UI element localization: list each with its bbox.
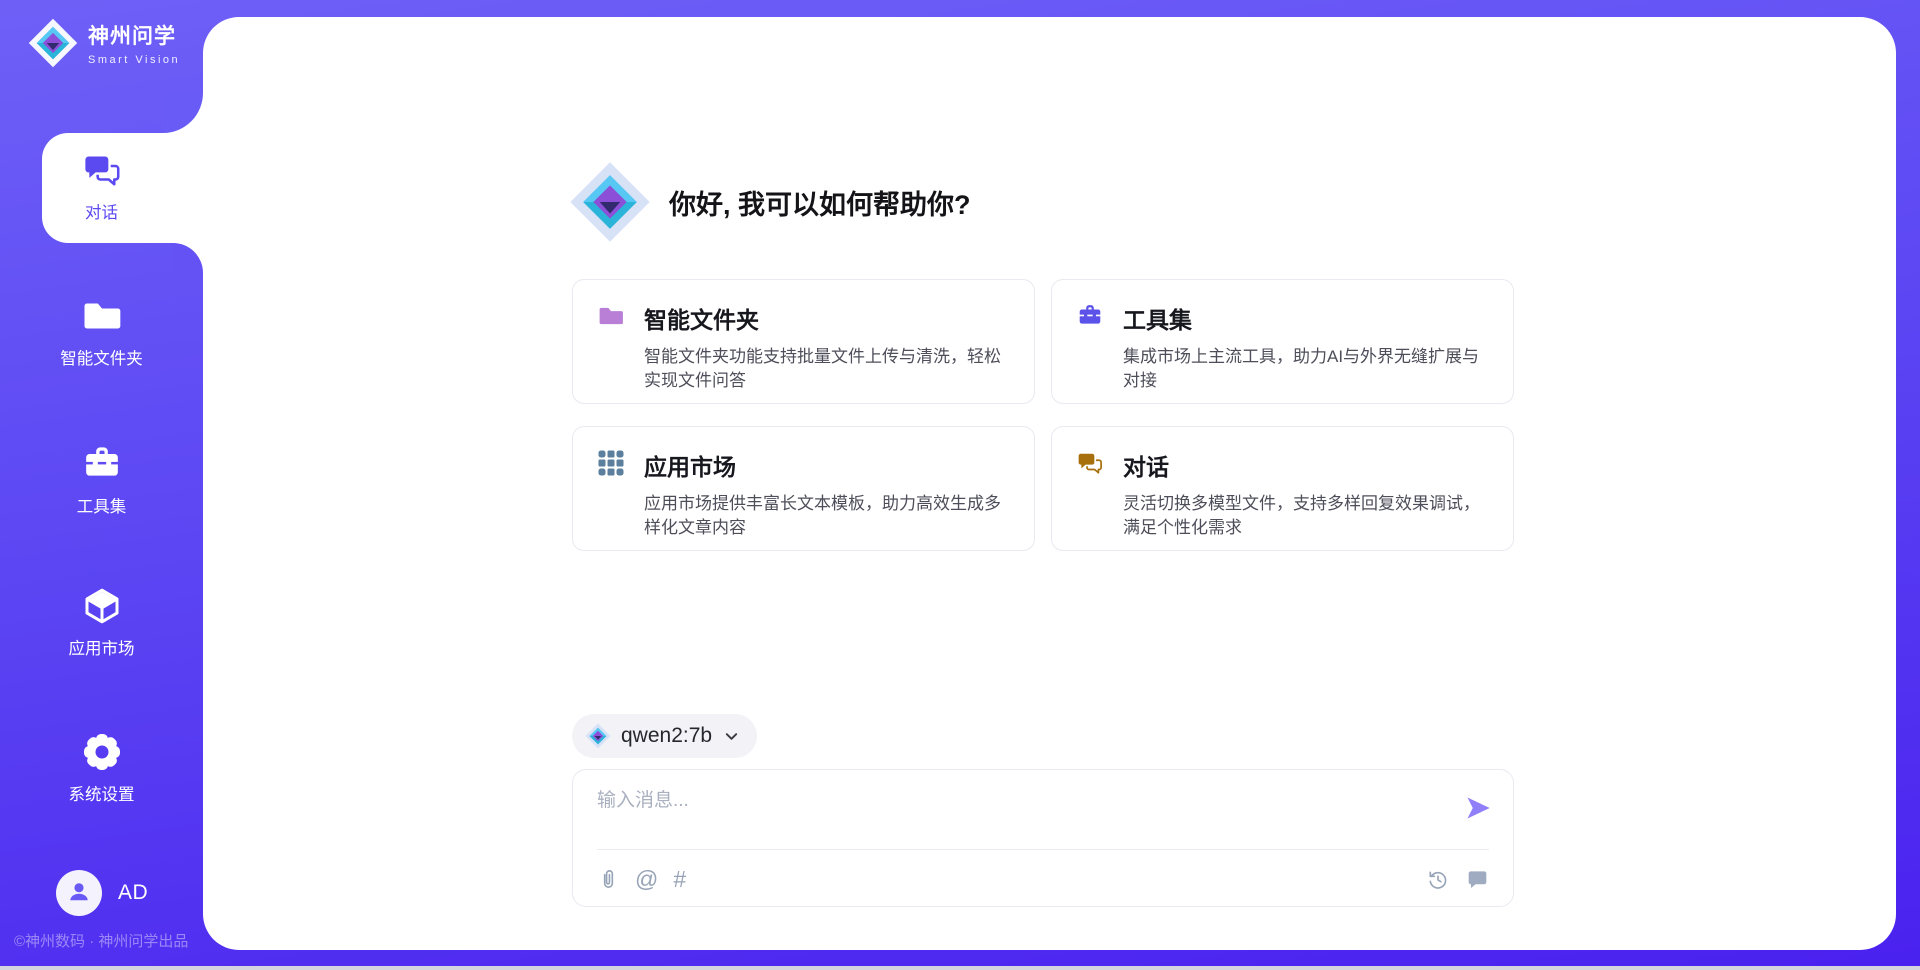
composer-divider	[597, 849, 1489, 850]
chevron-down-icon	[724, 729, 739, 744]
attach-icon[interactable]	[597, 868, 620, 891]
chat-icon	[1077, 450, 1103, 476]
card-toolbox[interactable]: 工具集 集成市场上主流工具，助力AI与外界无缝扩展与对接	[1051, 279, 1514, 404]
sidebar-item-label: 智能文件夹	[60, 345, 143, 369]
sidebar-item-label: 应用市场	[69, 635, 135, 659]
brand-subtitle: Smart Vision	[88, 54, 180, 66]
history-icon[interactable]	[1426, 868, 1449, 891]
window-bottom-edge	[0, 966, 1920, 970]
user-initials: AD	[118, 881, 148, 905]
send-icon[interactable]	[1464, 794, 1492, 822]
cube-icon	[82, 586, 122, 626]
toolbox-icon	[1077, 303, 1103, 329]
brand: 神州问学 Smart Vision	[28, 18, 180, 68]
user-icon	[66, 878, 92, 909]
model-name: qwen2:7b	[621, 724, 712, 748]
toolbox-icon	[82, 444, 122, 484]
sidebar-item-label: 工具集	[77, 493, 127, 517]
brand-name: 神州问学	[88, 20, 180, 50]
sidebar: 神州问学 Smart Vision 对话 智能文件夹	[0, 0, 203, 970]
card-app-market[interactable]: 应用市场 应用市场提供丰富长文本模板，助力高效生成多样化文章内容	[572, 426, 1035, 551]
message-input[interactable]	[597, 785, 1447, 843]
card-title: 应用市场	[644, 448, 1008, 482]
card-description: 灵活切换多模型文件，支持多样回复效果调试，满足个性化需求	[1123, 492, 1487, 540]
active-tab-fillet-top	[163, 93, 203, 133]
sidebar-item-smart-folder[interactable]: 智能文件夹	[0, 296, 203, 369]
card-title: 工具集	[1123, 301, 1487, 335]
composer-toolbar: @ #	[597, 860, 1489, 898]
sidebar-item-toolbox[interactable]: 工具集	[0, 444, 203, 517]
sidebar-item-chat[interactable]: 对话	[0, 150, 203, 223]
active-tab-fillet-bottom	[173, 243, 203, 273]
hash-icon[interactable]: #	[673, 868, 686, 891]
grid-icon	[598, 450, 624, 476]
sidebar-item-label: 系统设置	[69, 781, 135, 805]
sidebar-item-settings[interactable]: 系统设置	[0, 732, 203, 805]
feedback-icon[interactable]	[1466, 868, 1489, 891]
folder-icon	[82, 296, 122, 336]
model-selector[interactable]: qwen2:7b	[572, 714, 757, 758]
sidebar-item-label: 对话	[85, 199, 118, 223]
user-profile[interactable]: AD	[56, 870, 148, 916]
greeting-block: 你好, 我可以如何帮助你?	[569, 161, 971, 243]
sidebar-item-app-market[interactable]: 应用市场	[0, 586, 203, 659]
card-title: 智能文件夹	[644, 301, 1008, 335]
message-composer: @ #	[572, 769, 1514, 907]
greeting-text: 你好, 我可以如何帮助你?	[669, 183, 971, 222]
sidebar-footer: ©神州数码 · 神州问学出品	[14, 930, 188, 951]
chat-icon	[82, 150, 122, 190]
card-title: 对话	[1123, 448, 1487, 482]
mention-icon[interactable]: @	[635, 868, 658, 891]
card-chat[interactable]: 对话 灵活切换多模型文件，支持多样回复效果调试，满足个性化需求	[1051, 426, 1514, 551]
card-description: 应用市场提供丰富长文本模板，助力高效生成多样化文章内容	[644, 492, 1008, 540]
gear-icon	[82, 732, 122, 772]
brand-logo-icon	[28, 18, 78, 68]
card-smart-folder[interactable]: 智能文件夹 智能文件夹功能支持批量文件上传与清洗，轻松实现文件问答	[572, 279, 1035, 404]
folder-icon	[598, 303, 624, 329]
avatar	[56, 870, 102, 916]
model-logo-icon	[585, 723, 611, 749]
main-panel: 你好, 我可以如何帮助你? 智能文件夹 智能文件夹功能支持批量文件上传与清洗，轻…	[203, 17, 1896, 950]
card-description: 集成市场上主流工具，助力AI与外界无缝扩展与对接	[1123, 345, 1487, 393]
card-description: 智能文件夹功能支持批量文件上传与清洗，轻松实现文件问答	[644, 345, 1008, 393]
app-logo-icon	[569, 161, 651, 243]
feature-cards: 智能文件夹 智能文件夹功能支持批量文件上传与清洗，轻松实现文件问答	[572, 279, 1514, 551]
